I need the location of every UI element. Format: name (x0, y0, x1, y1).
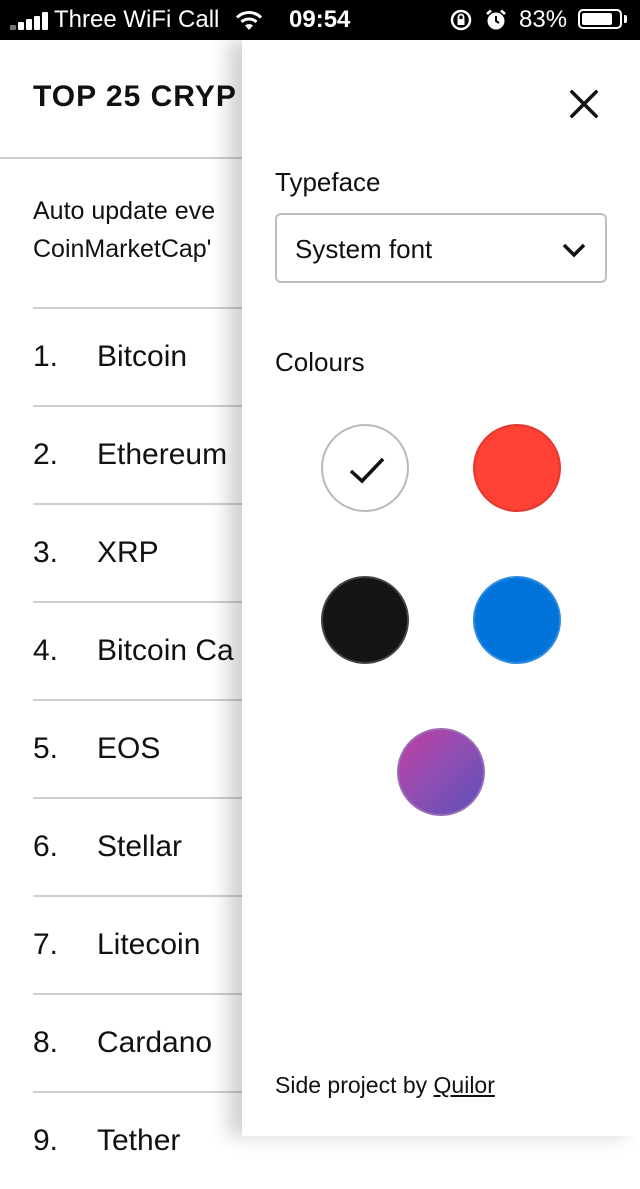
typeface-select[interactable]: System font (275, 213, 607, 283)
quilor-link[interactable]: Quilor (434, 1072, 495, 1098)
coin-name: Stellar (97, 830, 183, 863)
settings-drawer: Typeface System font Colours Side projec… (242, 40, 640, 1136)
typeface-label: Typeface (275, 167, 381, 197)
signal-strength-icon (10, 12, 48, 30)
alarm-icon (486, 9, 506, 30)
battery-cap (624, 15, 627, 23)
coin-rank: 6. (33, 830, 59, 863)
page-title: TOP 25 CRYP (33, 80, 237, 113)
footer-text: Side project by (275, 1072, 434, 1098)
wifi-icon (235, 11, 263, 30)
checkmark-icon (349, 457, 385, 484)
colour-swatch-purple[interactable] (397, 728, 485, 816)
coin-name: Bitcoin Ca (97, 634, 234, 667)
coin-rank: 1. (33, 340, 59, 373)
intro-line-1: Auto update eve (33, 197, 216, 225)
coin-rank: 2. (33, 438, 59, 471)
colours-label: Colours (275, 347, 365, 377)
coin-name: Ethereum (97, 438, 228, 471)
coin-name: EOS (97, 732, 161, 765)
coin-rank: 7. (33, 928, 59, 961)
battery-fill (582, 13, 612, 25)
status-bar: Three WiFi Call 09:54 83% (0, 0, 640, 40)
footer-credit: Side project by Quilor (275, 1072, 495, 1099)
colour-swatch-white[interactable] (321, 424, 409, 512)
orientation-lock-icon (450, 9, 472, 31)
coin-name: Litecoin (97, 928, 201, 961)
battery-percent: 83% (519, 6, 568, 33)
close-icon[interactable] (564, 84, 604, 124)
colour-swatch-black[interactable] (321, 576, 409, 664)
coin-rank: 4. (33, 634, 59, 667)
carrier-name: Three WiFi Call (54, 6, 220, 33)
coin-rank: 8. (33, 1026, 59, 1059)
coin-rank: 5. (33, 732, 59, 765)
clock: 09:54 (289, 6, 351, 33)
coin-name: Tether (97, 1124, 181, 1157)
colour-swatch-red[interactable] (473, 424, 561, 512)
coin-name: Bitcoin (97, 340, 188, 373)
coin-rank: 3. (33, 536, 59, 569)
typeface-select-value: System font (295, 234, 433, 264)
intro-line-2: CoinMarketCap' (33, 235, 212, 263)
intro-text: Auto update eve CoinMarketCap' (33, 192, 215, 268)
colour-swatch-blue[interactable] (473, 576, 561, 664)
coin-name: Cardano (97, 1026, 213, 1059)
battery-icon (578, 9, 622, 29)
coin-rank: 9. (33, 1124, 59, 1157)
coin-name: XRP (97, 536, 159, 569)
chevron-down-icon (562, 243, 586, 258)
